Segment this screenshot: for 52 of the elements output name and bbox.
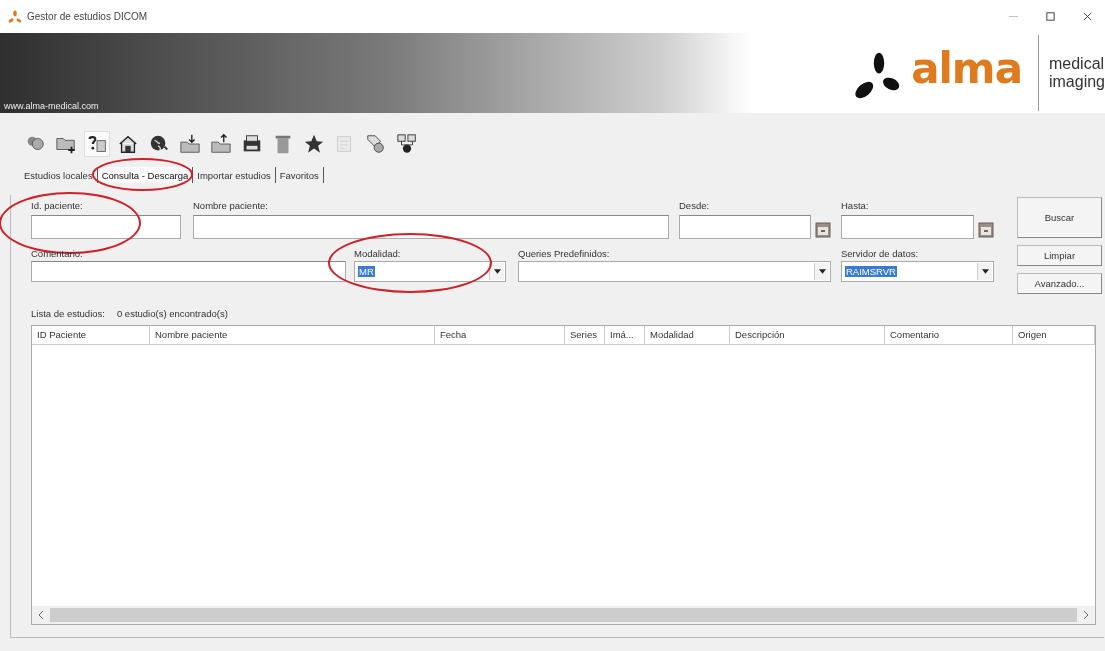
- column-header[interactable]: Series: [565, 326, 605, 344]
- date-field[interactable]: [679, 215, 811, 239]
- text-field[interactable]: [31, 215, 181, 239]
- calendar-icon[interactable]: [815, 222, 831, 238]
- dropdown-arrow-icon: [981, 269, 989, 274]
- column-header[interactable]: Imá...: [605, 326, 645, 344]
- dropdown[interactable]: [518, 261, 831, 282]
- column-header[interactable]: Descripción: [730, 326, 885, 344]
- action-button[interactable]: Buscar: [1017, 197, 1102, 238]
- column-header[interactable]: Comentario: [885, 326, 1013, 344]
- action-button[interactable]: Limpiar: [1017, 245, 1102, 266]
- field-label: Nombre paciente:: [193, 200, 269, 213]
- action-button[interactable]: Avanzado...: [1017, 273, 1102, 294]
- column-header[interactable]: Modalidad: [645, 326, 730, 344]
- scroll-right-icon[interactable]: [1083, 610, 1089, 620]
- logo-tagline: medical: [1048, 54, 1105, 73]
- website-url: www.alma-medical.com: [4, 101, 99, 111]
- field-label: Id. paciente:: [31, 200, 84, 213]
- app-logo-icon: [8, 9, 22, 24]
- dropdown-value: RAIMSRVR: [845, 266, 897, 277]
- field-label: Servidor de datos:: [841, 248, 920, 261]
- help-icon[interactable]: [84, 131, 110, 157]
- tab[interactable]: Favoritos: [275, 167, 324, 183]
- column-header[interactable]: Origen: [1013, 326, 1095, 344]
- horizontal-scrollbar[interactable]: [32, 606, 1095, 624]
- calendar-icon[interactable]: [978, 222, 994, 238]
- field-label: Queries Predefinidos:: [518, 248, 611, 261]
- close-icon[interactable]: [1082, 11, 1093, 22]
- column-header[interactable]: Fecha: [435, 326, 565, 344]
- dropdown-arrow-icon: [818, 269, 826, 274]
- column-header[interactable]: ID Paciente: [32, 326, 150, 344]
- field-label: Desde:: [679, 200, 711, 213]
- maximize-icon[interactable]: [1045, 11, 1056, 22]
- logo-wordmark: alma: [911, 48, 1022, 90]
- dropdown-value: MR: [358, 266, 375, 277]
- result-count: 0 estudio(s) encontrado(s): [116, 308, 228, 321]
- field-label: Hasta:: [841, 200, 870, 213]
- dropdown[interactable]: MR: [354, 261, 506, 282]
- tab[interactable]: Importar estudios: [193, 167, 276, 183]
- dropdown-arrow-icon: [493, 269, 501, 274]
- scroll-left-icon[interactable]: [38, 610, 44, 620]
- date-field[interactable]: [841, 215, 974, 239]
- logo-tagline: imaging: [1048, 73, 1105, 92]
- tab[interactable]: Consulta - Descarga: [97, 167, 194, 183]
- column-header[interactable]: Nombre paciente: [150, 326, 435, 344]
- list-label: Lista de estudios:: [31, 308, 105, 321]
- text-field[interactable]: [31, 261, 346, 282]
- field-label: Modalidad:: [354, 248, 402, 261]
- text-field[interactable]: [193, 215, 669, 239]
- tab[interactable]: Estudios locales: [20, 167, 98, 183]
- window-title: Gestor de estudios DICOM: [27, 11, 148, 22]
- dropdown[interactable]: RAIMSRVR: [841, 261, 994, 282]
